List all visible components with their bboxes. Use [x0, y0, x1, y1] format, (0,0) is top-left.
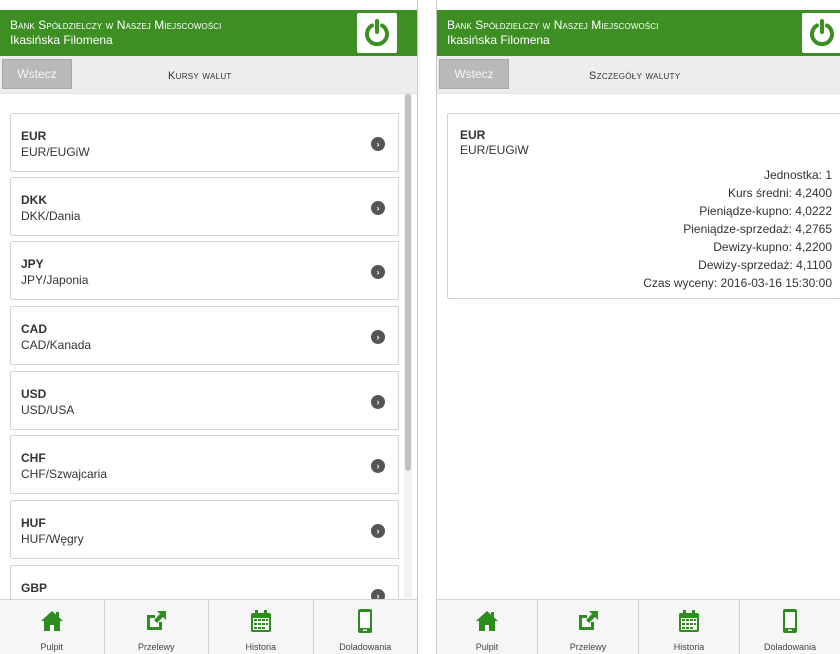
currency-description: DKK/Dania: [21, 209, 81, 223]
app-header: Bank Spółdzielczy w Naszej Miejscowości …: [437, 10, 840, 56]
user-name: Ikasińska Filomena: [447, 33, 550, 47]
bottom-nav: Pulpit Przelewy Historia Doladowania: [437, 599, 840, 654]
user-name: Ikasińska Filomena: [10, 33, 113, 47]
currency-code: DKK: [21, 193, 47, 207]
power-icon: [810, 19, 834, 47]
chevron-right-icon: ›: [371, 524, 385, 538]
currency-description: EUR/EUGiW: [460, 143, 529, 157]
power-icon: [365, 19, 389, 47]
page-title: Szczegóły waluty: [589, 70, 681, 82]
transfer-sell-row: Dewizy-sprzedaż: 4,1100: [698, 258, 832, 272]
currency-description: JPY/Japonia: [21, 273, 89, 287]
bank-name: Bank Spółdzielczy w Naszej Miejscowości: [10, 18, 222, 32]
rate-details: Jednostka: 1 Kurs średni: 4,2400 Pieniąd…: [643, 166, 832, 292]
nav-label: Pulpit: [40, 642, 63, 652]
currency-code: HUF: [21, 516, 46, 530]
nav-label: Przelewy: [569, 642, 607, 652]
exchange-rates-screen: Bank Spółdzielczy w Naszej Miejscowości …: [0, 0, 418, 654]
nav-przelewy[interactable]: Przelewy: [538, 600, 639, 654]
home-icon: [474, 608, 500, 634]
nav-pulpit[interactable]: Pulpit: [0, 600, 105, 654]
chevron-right-icon: ›: [371, 395, 385, 409]
external-link-icon: [575, 608, 601, 634]
nav-label: Pulpit: [475, 642, 499, 652]
app-header: Bank Spółdzielczy w Naszej Miejscowości …: [0, 10, 417, 56]
nav-historia[interactable]: Historia: [639, 600, 740, 654]
chevron-right-icon: ›: [371, 459, 385, 473]
currency-code: GBP: [21, 581, 48, 595]
currency-description: HUF/Węgry: [21, 532, 84, 546]
logout-button[interactable]: [802, 13, 840, 53]
currency-description: EUR/EUGiW: [21, 145, 90, 159]
currency-description: CHF/Szwajcaria: [21, 467, 108, 481]
nav-pulpit[interactable]: Pulpit: [437, 600, 538, 654]
calendar-icon: [248, 608, 274, 634]
currency-details-screen: Bank Spółdzielczy w Naszej Miejscowości …: [436, 0, 840, 654]
currency-item-chf[interactable]: CHF CHF/Szwajcaria ›: [10, 435, 399, 494]
home-icon: [39, 608, 65, 634]
nav-doladowania[interactable]: Doladowania: [740, 600, 840, 654]
nav-przelewy[interactable]: Przelewy: [105, 600, 209, 654]
scrollbar-thumb[interactable]: [405, 94, 411, 471]
bank-name: Bank Spółdzielczy w Naszej Miejscowości: [447, 18, 659, 32]
mobile-phone-icon: [352, 608, 378, 634]
nav-label: Historia: [673, 642, 705, 652]
currency-item-eur[interactable]: EUR EUR/EUGiW ›: [10, 113, 399, 172]
cash-buy-row: Pieniądze-kupno: 4,0222: [699, 204, 832, 218]
toolbar: Wstecz Kursy walut: [0, 56, 417, 94]
mobile-phone-icon: [777, 608, 803, 634]
average-rate-row: Kurs średni: 4,2400: [727, 186, 832, 200]
back-button[interactable]: Wstecz: [2, 59, 72, 89]
currency-description: CAD/Kanada: [21, 338, 92, 352]
nav-historia[interactable]: Historia: [209, 600, 314, 654]
currency-code: JPY: [21, 257, 44, 271]
nav-label: Przelewy: [137, 642, 175, 652]
chevron-right-icon: ›: [371, 265, 385, 279]
currency-item-usd[interactable]: USD USD/USA ›: [10, 371, 399, 430]
currency-code: EUR: [21, 129, 47, 143]
currency-detail-card: EUR EUR/EUGiW Jednostka: 1 Kurs średni: …: [447, 113, 840, 299]
cash-sell-row: Pieniądze-sprzedaż: 4,2765: [683, 222, 832, 236]
unit-row: Jednostka: 1: [763, 168, 832, 182]
currency-description: USD/USA: [21, 403, 75, 417]
nav-label: Historia: [245, 642, 276, 652]
nav-doladowania[interactable]: Doladowania: [314, 600, 418, 654]
currency-code: USD: [21, 387, 47, 401]
currency-item-cad[interactable]: CAD CAD/Kanada ›: [10, 306, 399, 365]
chevron-right-icon: ›: [371, 137, 385, 151]
external-link-icon: [143, 608, 169, 634]
currency-item-jpy[interactable]: JPY JPY/Japonia ›: [10, 241, 399, 300]
valuation-time-row: Czas wyceny: 2016-03-16 15:30:00: [643, 276, 832, 290]
chevron-right-icon: ›: [371, 201, 385, 215]
currency-item-huf[interactable]: HUF HUF/Węgry ›: [10, 500, 399, 559]
currency-code: EUR: [460, 128, 486, 142]
toolbar: Wstecz Szczegóły waluty: [437, 56, 840, 94]
bottom-nav: Pulpit Przelewy Historia Doladowania: [0, 599, 417, 654]
page-title: Kursy walut: [168, 70, 232, 82]
chevron-right-icon: ›: [371, 330, 385, 344]
calendar-icon: [676, 608, 702, 634]
nav-label: Doladowania: [339, 642, 392, 652]
currency-code: CAD: [21, 322, 47, 336]
currency-code: CHF: [21, 451, 46, 465]
transfer-buy-row: Dewizy-kupno: 4,2200: [713, 240, 832, 254]
currency-item-dkk[interactable]: DKK DKK/Dania ›: [10, 177, 399, 236]
back-button[interactable]: Wstecz: [439, 59, 509, 89]
nav-label: Doladowania: [763, 642, 817, 652]
logout-button[interactable]: [357, 13, 397, 53]
